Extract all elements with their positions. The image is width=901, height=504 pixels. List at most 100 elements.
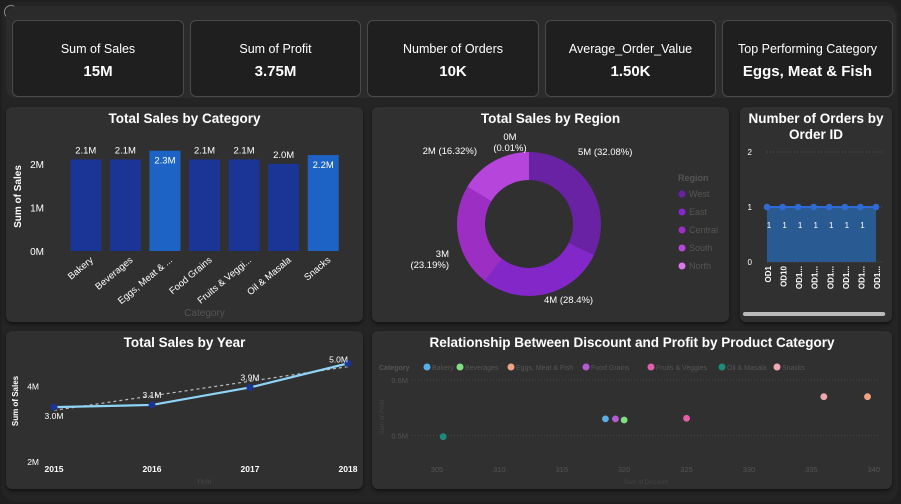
kpi-card-profit[interactable]: Sum of Profit 3.75M	[190, 20, 361, 97]
legend-marker	[582, 363, 590, 371]
data-label: 3.9M	[241, 372, 260, 382]
legend-marker	[718, 363, 726, 371]
sales-by-year-chart: Sum of Sales 2M 4M 3.0M 3.1M 3.9M 5.0M 2015 2016…	[11, 354, 358, 486]
x-tick-label: OD1...	[873, 266, 882, 289]
x-tick-label: OD1...	[842, 266, 851, 289]
y-tick-label: 1M	[30, 203, 44, 214]
sales-by-year-panel[interactable]: Total Sales by Year Sum of Sales 2M 4M 3.0M…	[6, 331, 363, 489]
data-point	[810, 203, 818, 211]
x-tick-label: 340	[868, 465, 881, 474]
scatter-point	[439, 433, 447, 441]
donut-slice	[529, 152, 601, 255]
y-tick-label: 2	[748, 148, 753, 157]
legend-marker	[773, 363, 781, 371]
x-tick-label: Bakery	[66, 255, 96, 283]
bar-data-label: 2.1M	[234, 145, 255, 156]
data-point	[246, 383, 254, 391]
data-point	[825, 203, 833, 211]
legend-marker	[456, 363, 464, 371]
y-axis-title: Sum of Profit	[380, 399, 386, 434]
scatter-point	[820, 393, 828, 401]
bar-data-label: 2.1M	[115, 145, 136, 156]
y-tick-label: 0.6M	[391, 376, 408, 385]
data-label: 1	[782, 221, 787, 230]
y-axis-title: Sum of Sales	[11, 375, 20, 426]
sales-by-category-panel[interactable]: Total Sales by Category Sum of Sales 0M 1M…	[6, 107, 363, 322]
scatter-point	[612, 415, 619, 423]
x-tick-label: 330	[743, 465, 756, 474]
y-tick-label: 1	[748, 203, 753, 212]
legend-title: Category	[379, 365, 409, 372]
x-tick-label: OD10	[780, 265, 789, 286]
legend-marker	[507, 363, 515, 371]
kpi-title: Average_Order_Value	[568, 42, 693, 56]
y-axis-title: Sum of Sales	[13, 165, 24, 228]
x-tick-label: Oil & Masala	[245, 254, 294, 298]
y-tick-label: 2M	[30, 160, 44, 171]
data-label: 1	[767, 221, 772, 230]
x-tick-label: OD1...	[857, 266, 866, 289]
kpi-card-orders[interactable]: Number of Orders 10K	[367, 20, 539, 97]
data-label: 1	[829, 221, 834, 230]
x-tick-label: OD1...	[795, 266, 804, 289]
x-tick-label: 2017	[241, 464, 260, 474]
data-point	[794, 203, 802, 211]
legend-label: East	[689, 207, 708, 217]
legend-label: West	[689, 189, 710, 199]
scatter-point	[864, 393, 871, 401]
kpi-title: Number of Orders	[402, 42, 504, 56]
x-axis-title: Sum of Discount	[624, 480, 668, 486]
slice-data-label: (23.19%)	[410, 260, 449, 271]
scatter-point	[602, 415, 609, 423]
legend-label: Central	[689, 225, 718, 235]
data-point	[841, 203, 849, 211]
bar	[268, 163, 300, 251]
legend-marker	[678, 226, 686, 234]
x-tick-label: 320	[618, 465, 631, 474]
kpi-value: 10K	[439, 63, 467, 80]
kpi-value: 3.75M	[254, 63, 297, 80]
x-tick-label: 305	[431, 465, 444, 474]
discount-profit-panel[interactable]: Relationship Between Discount and Profit…	[372, 331, 892, 489]
data-point	[872, 203, 880, 211]
x-tick-label: 325	[680, 465, 693, 474]
data-label: 3.1M	[143, 390, 162, 400]
legend-marker	[647, 363, 655, 371]
kpi-card-sales[interactable]: Sum of Sales 15M	[12, 20, 184, 97]
x-tick-label: 2015	[45, 464, 64, 474]
orders-by-id-panel[interactable]: Number of Orders by Order ID 0121111111O…	[740, 107, 892, 322]
slice-data-label: 2M (16.32%)	[423, 146, 477, 157]
data-label: 3.0M	[45, 411, 64, 421]
x-tick-label: 315	[556, 465, 569, 474]
x-axis-title: Year	[196, 477, 213, 486]
data-point	[857, 203, 864, 211]
orders-by-id-chart: 0 1 2 1 1 1 1 1 1 1 OD1 OD10 OD1... OD1... OD1... OD1..…	[743, 148, 886, 316]
donut-slice	[484, 242, 594, 296]
y-tick-label: 0	[748, 258, 753, 267]
kpi-card-top-category[interactable]: Top Performing Category Eggs, Meat & Fis…	[722, 20, 893, 97]
x-tick-label: Snacks	[302, 255, 333, 284]
data-label: 1	[813, 221, 818, 230]
x-tick-label: OD1	[764, 265, 773, 282]
legend-label: Snacks	[782, 365, 805, 372]
slice-data-label: 5M (32.08%)	[578, 147, 632, 158]
data-point	[779, 203, 786, 211]
data-label: 1	[845, 221, 850, 230]
bar-data-label: 2.1M	[194, 145, 215, 156]
donut-slice	[457, 186, 503, 281]
kpi-title: Sum of Sales	[60, 42, 136, 56]
slice-data-label: 4M (28.4%)	[544, 295, 593, 306]
kpi-card-average-order-value[interactable]: Average_Order_Value 1.50K	[545, 20, 716, 97]
x-tick-label: 2016	[143, 464, 162, 474]
x-tick-label: 310	[493, 465, 506, 474]
x-tick-label: OD1...	[826, 266, 835, 289]
legend-label: Beverages	[465, 365, 499, 372]
scatter-point	[620, 416, 628, 424]
slice-data-label: 3M	[436, 249, 449, 260]
legend-label: Fruits & Veggies	[656, 365, 707, 372]
bar-data-label: 2.1M	[75, 145, 96, 156]
sales-by-region-panel[interactable]: Total Sales by Region 5M (32.08%) 4M (28.…	[372, 107, 729, 322]
kpi-title: Sum of Profit	[239, 42, 312, 56]
bar-data-label: 2.3M	[154, 156, 175, 167]
bar	[228, 159, 260, 251]
